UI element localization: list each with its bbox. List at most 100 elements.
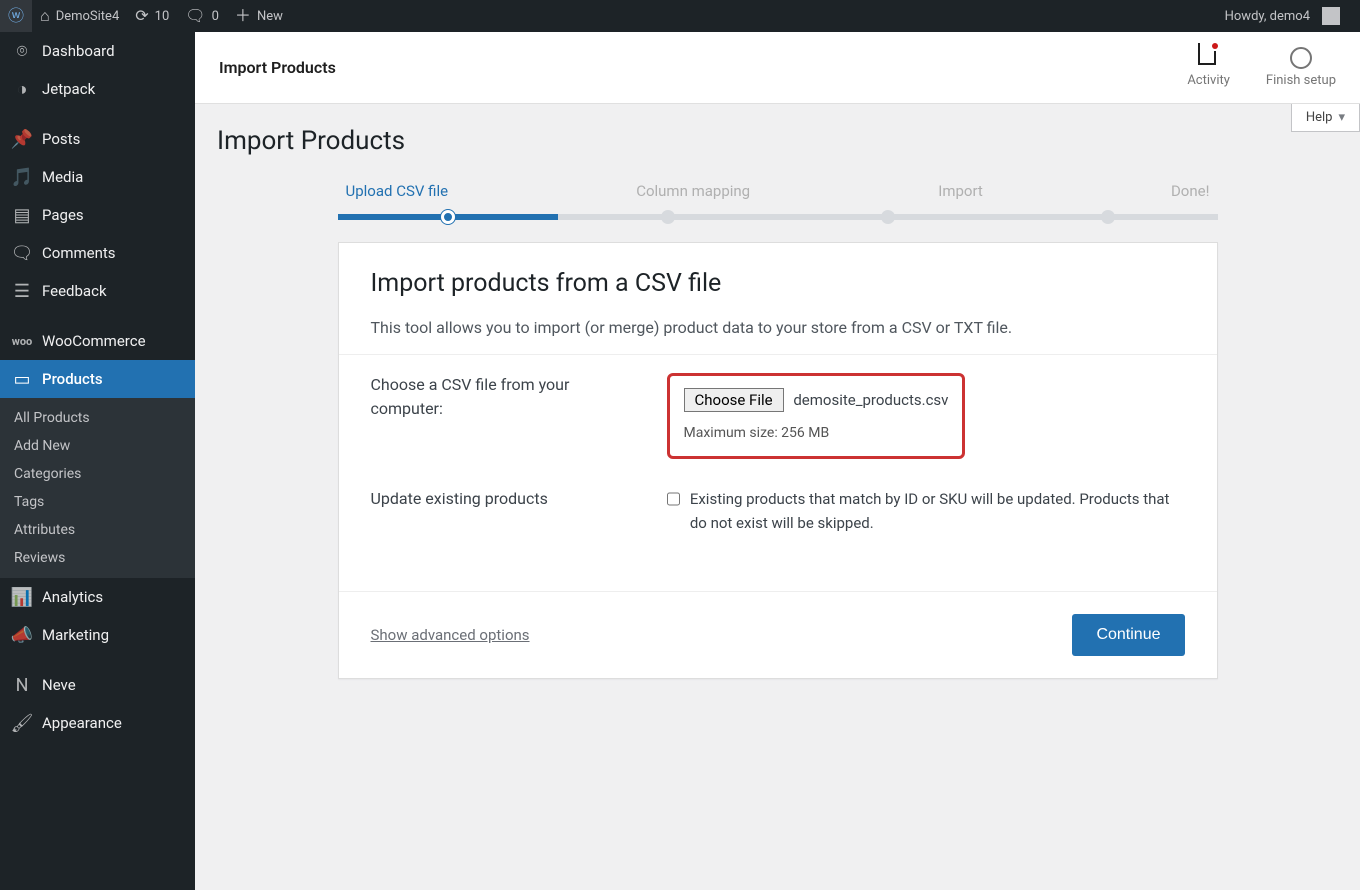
sidebar-item-products[interactable]: ▭ Products (0, 360, 195, 398)
sidebar-item-dashboard[interactable]: ⌾ Dashboard (0, 32, 195, 70)
sidebar-item-label: Posts (42, 130, 80, 148)
page-topbar: Import Products Activity Finish setup (195, 32, 1360, 104)
submenu-tags[interactable]: Tags (0, 488, 195, 516)
site-link[interactable]: ⌂ DemoSite4 (32, 0, 127, 32)
step-mapping: Column mapping (636, 182, 750, 200)
avatar (1322, 7, 1340, 25)
sidebar-item-label: Analytics (42, 588, 103, 606)
step-dot-1 (441, 210, 455, 224)
flag-icon (1198, 47, 1220, 69)
sidebar-item-marketing[interactable]: 📣Marketing (0, 616, 195, 654)
wp-logo[interactable]: ⓦ (0, 0, 32, 32)
home-icon: ⌂ (40, 8, 50, 24)
comments-count: 0 (212, 9, 219, 24)
update-existing-checkbox[interactable] (667, 490, 680, 508)
stepper-labels: Upload CSV file Column mapping Import Do… (338, 182, 1218, 200)
sidebar-item-jetpack[interactable]: ◑ Jetpack (0, 70, 195, 108)
refresh-icon: ⟳ (135, 8, 148, 24)
import-card: Import products from a CSV file This too… (338, 242, 1218, 679)
comment-icon: 🗨 (12, 243, 32, 263)
help-tab[interactable]: Help (1291, 104, 1360, 132)
submenu-add-new[interactable]: Add New (0, 432, 195, 460)
stepper-bar (338, 214, 1218, 220)
choose-file-label: Choose a CSV file from your computer: (371, 373, 631, 421)
submenu-categories[interactable]: Categories (0, 460, 195, 488)
account-link[interactable]: Howdy, demo4 (1217, 0, 1348, 32)
howdy-text: Howdy, demo4 (1225, 9, 1310, 24)
submenu-reviews[interactable]: Reviews (0, 544, 195, 572)
sidebar-item-posts[interactable]: 📌 Posts (0, 120, 195, 158)
products-submenu: All Products Add New Categories Tags Att… (0, 398, 195, 578)
show-advanced-link[interactable]: Show advanced options (371, 626, 530, 644)
step-done: Done! (1171, 182, 1210, 200)
max-size-hint: Maximum size: 256 MB (684, 422, 949, 444)
submenu-all-products[interactable]: All Products (0, 404, 195, 432)
marketing-icon: 📣 (12, 625, 32, 645)
sidebar-item-label: WooCommerce (42, 332, 146, 350)
pages-icon: ▤ (12, 205, 32, 225)
admin-sidebar: ⌾ Dashboard ◑ Jetpack 📌 Posts 🎵Media ▤ Pages… (0, 32, 195, 890)
plus-icon: ＋ (235, 8, 251, 24)
sidebar-item-comments[interactable]: 🗨Comments (0, 234, 195, 272)
update-existing-description: Existing products that match by ID or SK… (690, 487, 1185, 535)
step-dot-4 (1101, 210, 1115, 224)
site-name: DemoSite4 (56, 9, 120, 24)
card-footer: Show advanced options Continue (339, 591, 1217, 678)
choose-file-button[interactable]: Choose File (684, 388, 784, 412)
sidebar-item-label: Products (42, 370, 103, 388)
sidebar-item-woocommerce[interactable]: woo WooCommerce (0, 322, 195, 360)
new-label: New (257, 9, 283, 24)
activity-button[interactable]: Activity (1187, 47, 1230, 88)
sidebar-item-feedback[interactable]: ☰ Feedback (0, 272, 195, 310)
sidebar-item-label: Jetpack (42, 80, 95, 98)
help-label: Help (1306, 110, 1333, 125)
choose-file-control: Choose File demosite_products.csv Maximu… (667, 373, 1185, 459)
separator (0, 654, 195, 666)
sidebar-item-analytics[interactable]: 📊Analytics (0, 578, 195, 616)
pin-icon: 📌 (12, 129, 32, 149)
woo-icon: woo (12, 331, 32, 351)
selected-file-name: demosite_products.csv (793, 391, 948, 409)
sidebar-item-appearance[interactable]: 🖌 Appearance (0, 704, 195, 742)
card-description: This tool allows you to import (or merge… (371, 316, 1185, 340)
continue-button[interactable]: Continue (1072, 614, 1184, 656)
admin-bar: ⓦ ⌂DemoSite4 ⟳10 🗨0 ＋New Howdy, demo4 (0, 0, 1360, 32)
products-icon: ▭ (12, 369, 32, 389)
new-link[interactable]: ＋ New (227, 0, 291, 32)
comment-icon: 🗨 (185, 8, 205, 24)
sidebar-item-label: Feedback (42, 282, 107, 300)
choose-file-row: Choose a CSV file from your computer: Ch… (371, 373, 1185, 459)
update-existing-control: Existing products that match by ID or SK… (667, 487, 1185, 535)
sidebar-item-neve[interactable]: NNeve (0, 666, 195, 704)
admin-bar-right: Howdy, demo4 (1217, 0, 1360, 32)
sidebar-item-media[interactable]: 🎵Media (0, 158, 195, 196)
finish-setup-button[interactable]: Finish setup (1266, 47, 1336, 88)
feedback-icon: ☰ (12, 281, 32, 301)
topbar-actions: Activity Finish setup (1187, 47, 1336, 88)
main-content: Import Products Activity Finish setup He… (195, 32, 1360, 719)
updates-count: 10 (155, 9, 170, 24)
sidebar-item-label: Pages (42, 206, 84, 224)
media-icon: 🎵 (12, 167, 32, 187)
separator (0, 108, 195, 120)
comments-link[interactable]: 🗨0 (177, 0, 227, 32)
submenu-attributes[interactable]: Attributes (0, 516, 195, 544)
admin-bar-left: ⓦ ⌂DemoSite4 ⟳10 🗨0 ＋New (0, 0, 291, 32)
sidebar-item-label: Appearance (42, 714, 122, 732)
step-dot-3 (881, 210, 895, 224)
sidebar-item-label: Neve (42, 676, 76, 694)
sidebar-item-pages[interactable]: ▤ Pages (0, 196, 195, 234)
dashboard-icon: ⌾ (12, 41, 32, 61)
card-header: Import products from a CSV file This too… (339, 243, 1217, 354)
page-body: Help Import Products Upload CSV file Col… (195, 104, 1360, 719)
file-highlight: Choose File demosite_products.csv Maximu… (667, 373, 966, 459)
finish-label: Finish setup (1266, 73, 1336, 88)
appearance-icon: 🖌 (12, 713, 32, 733)
page-heading: Import Products (217, 126, 1338, 156)
updates-link[interactable]: ⟳ 10 (127, 0, 177, 32)
jetpack-icon: ◑ (12, 79, 32, 99)
step-import: Import (938, 182, 983, 200)
topbar-title: Import Products (219, 58, 336, 77)
sidebar-item-label: Dashboard (42, 42, 115, 60)
update-existing-label: Update existing products (371, 487, 631, 511)
